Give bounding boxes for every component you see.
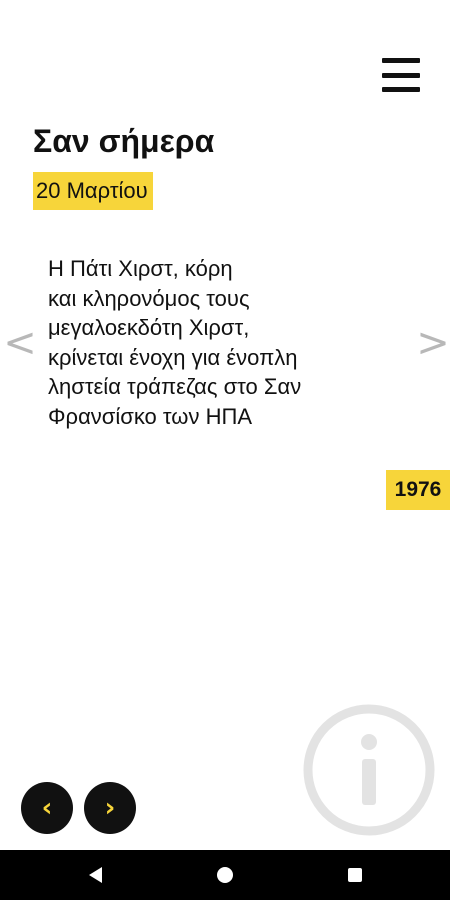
hamburger-menu-icon [382, 58, 420, 63]
previous-event-arrow[interactable]: < [2, 318, 38, 368]
next-event-arrow[interactable]: > [415, 318, 450, 368]
home-circle-icon [217, 867, 233, 883]
event-description: Η Πάτι Χιρστ, κόρη και κληρονόμος τους μ… [48, 256, 302, 429]
info-icon [303, 704, 435, 836]
page-title: Σαν σήμερα [33, 123, 215, 159]
date-badge: 20 Μαρτίου [33, 172, 153, 210]
back-triangle-icon [88, 867, 102, 883]
system-recents-button[interactable] [330, 850, 380, 900]
system-back-button[interactable] [70, 850, 120, 900]
year-badge: 1976 [386, 470, 450, 510]
recents-square-icon [348, 868, 362, 882]
info-button[interactable] [302, 703, 436, 837]
hamburger-menu-icon-bar [382, 72, 420, 78]
hamburger-menu-icon-bar [382, 87, 420, 92]
next-day-button[interactable]: › [84, 782, 136, 834]
menu-button[interactable] [380, 58, 422, 92]
previous-day-button[interactable]: ‹ [21, 782, 73, 834]
system-navigation-bar [0, 850, 450, 900]
system-home-button[interactable] [200, 850, 250, 900]
